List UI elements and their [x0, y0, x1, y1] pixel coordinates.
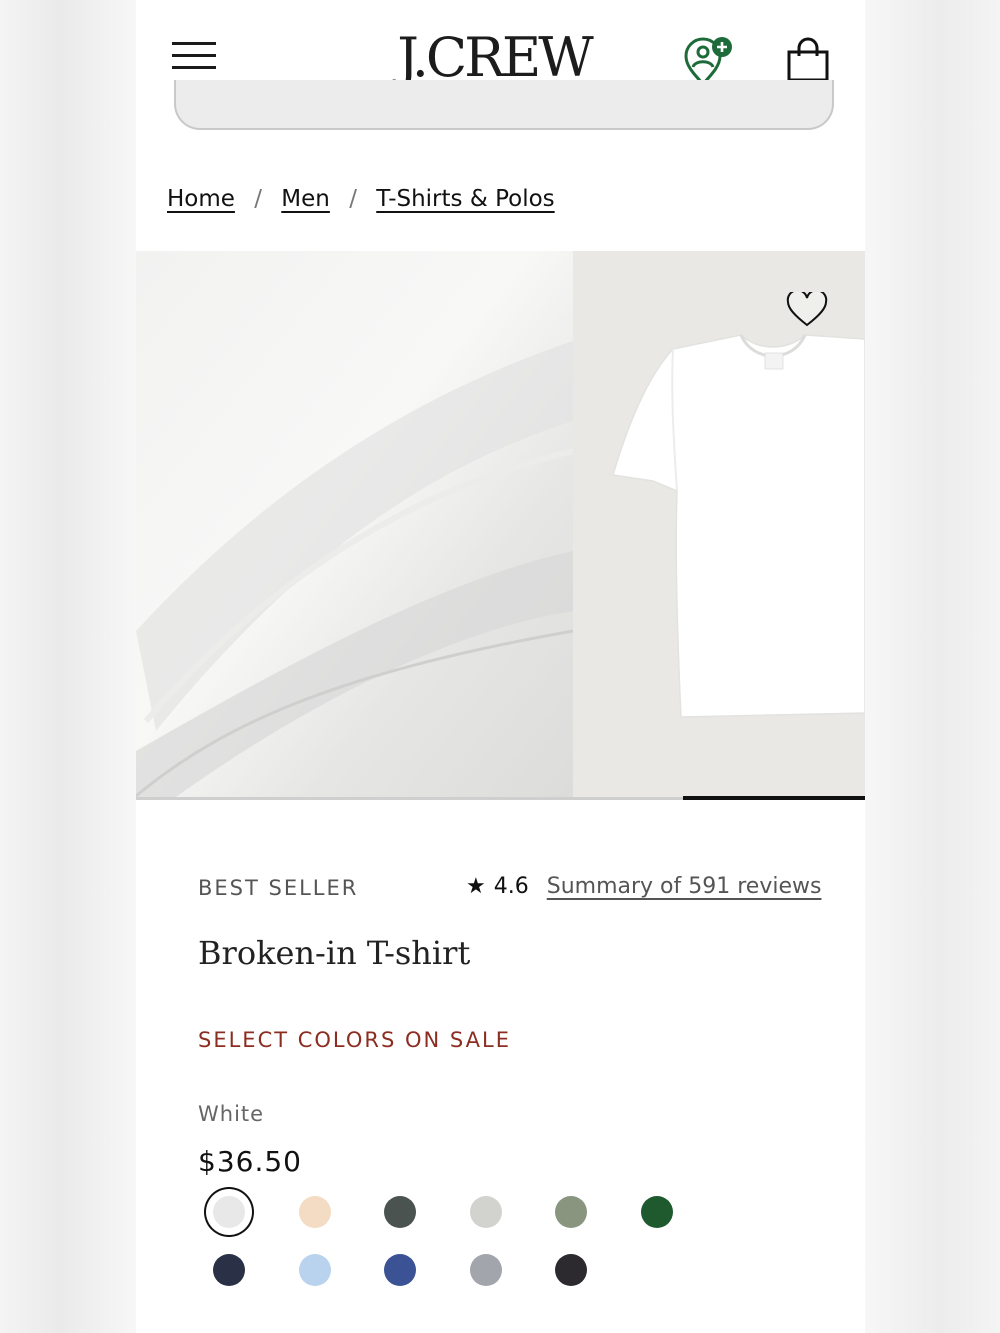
reviews-summary-link[interactable]: Summary of 591 reviews — [547, 874, 822, 899]
breadcrumb-men[interactable]: Men — [281, 186, 330, 212]
color-swatch[interactable] — [469, 1254, 502, 1286]
breadcrumb-separator: / — [254, 186, 262, 212]
breadcrumb-tshirts-polos[interactable]: T-Shirts & Polos — [376, 186, 554, 212]
color-swatch[interactable] — [384, 1254, 416, 1286]
product-rating: ★ 4.6 Summary of 591 reviews — [466, 874, 821, 899]
color-swatch[interactable] — [298, 1254, 331, 1286]
color-swatch[interactable] — [469, 1196, 502, 1228]
color-swatch[interactable] — [640, 1196, 673, 1228]
best-seller-badge: BEST SELLER — [198, 876, 359, 900]
heart-icon[interactable] — [786, 292, 828, 328]
color-swatch[interactable] — [384, 1196, 416, 1228]
star-icon: ★ — [466, 874, 486, 899]
sale-notice: SELECT COLORS ON SALE — [198, 1028, 511, 1052]
breadcrumb-separator: / — [349, 186, 357, 212]
hamburger-menu-icon[interactable] — [172, 42, 216, 70]
color-swatch[interactable] — [555, 1196, 587, 1228]
color-swatch[interactable] — [298, 1196, 331, 1228]
color-swatch[interactable] — [213, 1196, 245, 1228]
shopping-bag-icon[interactable] — [784, 36, 832, 84]
color-swatch[interactable] — [213, 1254, 245, 1286]
rating-value: 4.6 — [493, 874, 529, 899]
search-bar-edge[interactable] — [174, 80, 834, 130]
gallery-scroll-thumb[interactable] — [683, 796, 865, 800]
product-image-gallery[interactable] — [136, 251, 865, 797]
breadcrumb: Home / Men / T-Shirts & Polos — [167, 186, 555, 222]
site-header: J.CREW — [136, 0, 865, 130]
color-swatch[interactable] — [555, 1254, 587, 1286]
white-tshirt-image — [573, 251, 865, 797]
product-page: J.CREW Home / Men / T-Shirts & Polos BES… — [136, 0, 865, 1333]
breadcrumb-home[interactable]: Home — [167, 186, 235, 212]
product-title: Broken-in T-shirt — [198, 934, 471, 972]
fabric-closeup-image — [136, 251, 573, 797]
selected-color-name: White — [198, 1102, 265, 1126]
product-price: $36.50 — [198, 1145, 302, 1178]
